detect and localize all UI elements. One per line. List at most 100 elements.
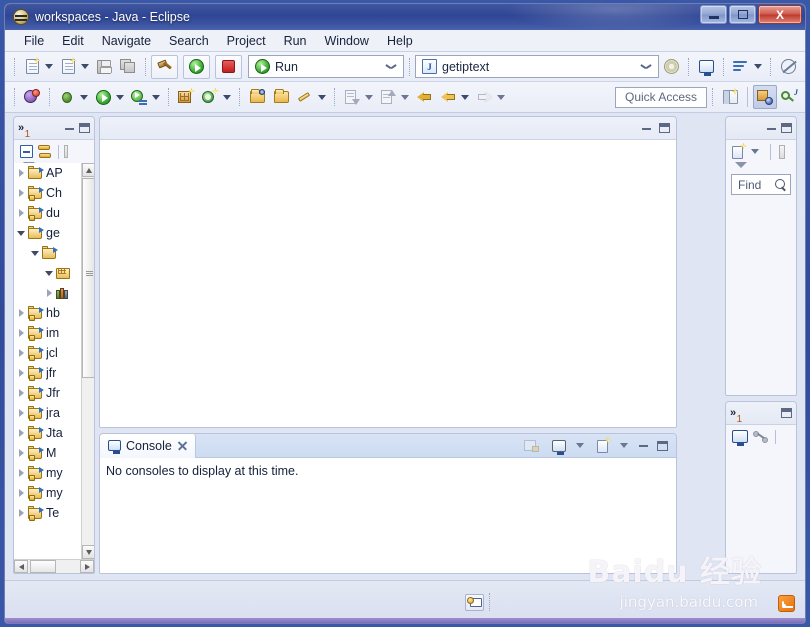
view-toolbar-more-icon[interactable] — [779, 144, 785, 159]
open-console-button[interactable] — [591, 434, 615, 458]
twisty-collapsed-icon[interactable] — [16, 468, 27, 479]
run-button[interactable] — [183, 54, 210, 79]
next-annotation-button[interactable] — [340, 85, 364, 109]
twisty-collapsed-icon[interactable] — [16, 328, 27, 339]
editor-empty-canvas[interactable] — [100, 141, 676, 427]
twisty-collapsed-icon[interactable] — [16, 408, 27, 419]
menu-file[interactable]: File — [15, 31, 53, 51]
skip-breakpoints-button[interactable] — [776, 55, 800, 79]
new-dropdown-caret-icon[interactable] — [45, 64, 53, 69]
previous-annotation-button[interactable] — [376, 85, 400, 109]
twisty-collapsed-icon[interactable] — [16, 428, 27, 439]
menu-edit[interactable]: Edit — [53, 31, 93, 51]
twisty-collapsed-icon[interactable] — [16, 508, 27, 519]
run-button-2[interactable] — [91, 85, 115, 109]
new-dropdown-caret-icon[interactable] — [223, 94, 231, 100]
twisty-collapsed-icon[interactable] — [16, 388, 27, 399]
scroll-up-button[interactable] — [82, 163, 94, 177]
clear-console-button[interactable] — [519, 434, 543, 458]
maximize-icon[interactable] — [79, 123, 90, 133]
minimize-button[interactable] — [700, 5, 727, 24]
open-perspective-button[interactable] — [718, 85, 742, 109]
find-input[interactable]: Find — [731, 174, 791, 195]
minimize-icon[interactable] — [767, 127, 776, 130]
link-icon[interactable] — [753, 430, 768, 443]
new-button[interactable] — [20, 55, 44, 79]
maximize-icon[interactable] — [781, 123, 792, 133]
display-selected-console-button[interactable] — [547, 434, 571, 458]
new-view-dropdown-caret-icon[interactable] — [751, 149, 759, 154]
forward-button[interactable] — [472, 85, 496, 109]
debug-button[interactable] — [55, 85, 79, 109]
build-button[interactable] — [151, 54, 178, 79]
chevron-down-icon[interactable] — [386, 64, 396, 70]
twisty-collapsed-icon[interactable] — [16, 448, 27, 459]
new-class-dropdown-caret-icon[interactable] — [81, 64, 89, 69]
twisty-collapsed-icon[interactable] — [16, 208, 27, 219]
view-toolbar-more-icon[interactable] — [64, 145, 68, 158]
link-with-editor-icon[interactable] — [38, 145, 53, 158]
java-perspective-button[interactable] — [753, 85, 777, 109]
open-console-dropdown-caret-icon[interactable] — [620, 443, 628, 448]
back-dropdown-caret-icon[interactable] — [461, 94, 469, 100]
launch-settings-button[interactable] — [659, 55, 683, 79]
menu-window[interactable]: Window — [316, 31, 378, 51]
scroll-down-button[interactable] — [82, 545, 94, 559]
edit-button[interactable] — [293, 85, 317, 109]
new-package-button[interactable] — [174, 85, 198, 109]
run-dropdown-caret-icon[interactable] — [116, 94, 124, 100]
menu-search[interactable]: Search — [160, 31, 218, 51]
twisty-collapsed-icon[interactable] — [16, 168, 27, 179]
back-history-button[interactable] — [412, 85, 436, 109]
save-button[interactable] — [92, 55, 116, 79]
scroll-left-button[interactable] — [14, 560, 28, 573]
collapse-all-icon[interactable] — [18, 143, 33, 158]
close-icon[interactable] — [177, 440, 188, 451]
quick-access-input[interactable]: Quick Access — [615, 86, 707, 108]
forward-dropdown-caret-icon[interactable] — [497, 94, 505, 100]
tree-vertical-scrollbar[interactable] — [81, 163, 94, 559]
twisty-expanded-icon[interactable] — [16, 228, 27, 239]
minimize-icon[interactable] — [642, 127, 651, 130]
console-icon[interactable] — [732, 430, 748, 446]
open-type-button[interactable] — [245, 85, 269, 109]
run-mode-combo[interactable]: Run — [248, 55, 404, 78]
new-annotation-button[interactable] — [198, 85, 222, 109]
twisty-collapsed-icon[interactable] — [16, 308, 27, 319]
menu-help[interactable]: Help — [378, 31, 422, 51]
view-overflow-indicator[interactable]: » 1 — [18, 122, 31, 139]
twisty-collapsed-icon[interactable] — [16, 368, 27, 379]
close-button[interactable]: X — [758, 5, 802, 24]
maximize-button[interactable] — [729, 5, 756, 24]
maximize-icon[interactable] — [781, 408, 792, 418]
twisty-collapsed-icon[interactable] — [16, 488, 27, 499]
chevron-down-icon[interactable] — [641, 64, 651, 70]
minimize-icon[interactable] — [639, 444, 648, 447]
display-console-dropdown-caret-icon[interactable] — [576, 443, 584, 448]
external-tools-button[interactable] — [127, 85, 151, 109]
scroll-right-button[interactable] — [80, 560, 94, 573]
next-annotation-dropdown-caret-icon[interactable] — [365, 94, 373, 100]
open-task-button[interactable] — [20, 85, 44, 109]
twisty-collapsed-icon[interactable] — [16, 188, 27, 199]
rss-icon[interactable] — [778, 595, 795, 612]
external-tools-dropdown-caret-icon[interactable] — [152, 94, 160, 100]
stop-button[interactable] — [215, 54, 242, 79]
java-browsing-perspective-button[interactable]: J — [777, 85, 801, 109]
remote-access-icon[interactable] — [465, 593, 484, 611]
edit-dropdown-caret-icon[interactable] — [318, 94, 326, 100]
twisty-collapsed-icon[interactable] — [44, 288, 55, 299]
twisty-collapsed-icon[interactable] — [16, 348, 27, 359]
back-button[interactable] — [436, 85, 460, 109]
twisty-expanded-icon[interactable] — [30, 248, 41, 259]
maximize-icon[interactable] — [659, 123, 670, 133]
save-all-button[interactable] — [116, 55, 140, 79]
tab-console[interactable]: Console — [100, 434, 196, 458]
view-overflow-indicator[interactable]: » 1 — [730, 407, 743, 424]
new-view-icon[interactable] — [732, 142, 747, 159]
display-console-button[interactable] — [694, 55, 718, 79]
maximize-icon[interactable] — [657, 440, 668, 451]
menu-project[interactable]: Project — [218, 31, 275, 51]
view-menu-icon[interactable] — [735, 162, 747, 168]
menu-navigate[interactable]: Navigate — [93, 31, 160, 51]
